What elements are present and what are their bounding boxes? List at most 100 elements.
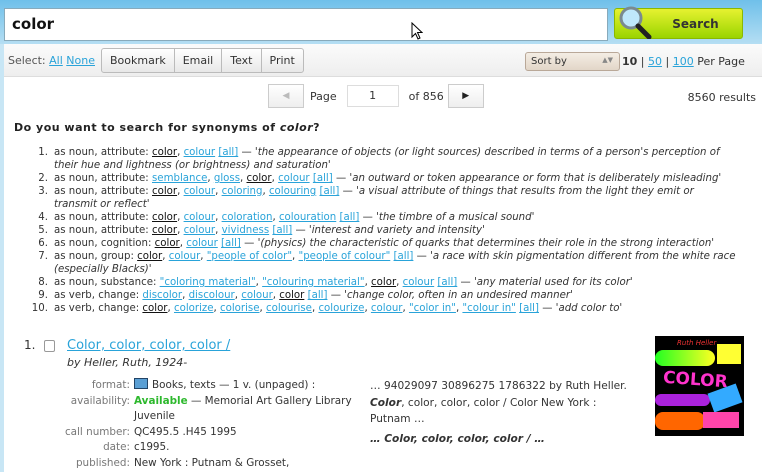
- synonym-item: 7. as noun, group: color, colour, "people…: [18, 250, 738, 276]
- all-synonyms-link[interactable]: [all]: [340, 212, 360, 223]
- synonym-sense: as noun, attribute:: [54, 225, 149, 236]
- page-input[interactable]: 1: [346, 85, 399, 107]
- synonym-link[interactable]: "coloring material": [160, 277, 256, 288]
- all-synonyms-link[interactable]: [all]: [319, 186, 339, 197]
- current-term[interactable]: color: [155, 238, 180, 249]
- synonym-link[interactable]: colour: [371, 303, 403, 314]
- all-synonyms-link[interactable]: [all]: [519, 303, 539, 314]
- synonym-link[interactable]: colour: [184, 225, 216, 236]
- dash: —: [332, 173, 350, 184]
- synonym-link[interactable]: colorise: [220, 303, 260, 314]
- synonym-number: 2.: [38, 173, 48, 184]
- synonym-link[interactable]: gloss: [214, 173, 240, 184]
- synonym-item: 6. as noun, cognition: color, colour [all…: [18, 237, 738, 250]
- select-none-link[interactable]: None: [66, 54, 95, 67]
- current-term[interactable]: color: [152, 225, 177, 236]
- synonym-link[interactable]: coloring: [222, 186, 263, 197]
- current-term[interactable]: color: [371, 277, 396, 288]
- all-synonyms-link[interactable]: [all]: [221, 238, 241, 249]
- synonym-definition: 'add color to': [555, 303, 623, 314]
- email-button[interactable]: Email: [173, 48, 222, 72]
- synonym-link[interactable]: colour: [278, 173, 310, 184]
- current-term[interactable]: color: [137, 251, 162, 262]
- per-page-50[interactable]: 50: [648, 55, 662, 68]
- synonym-link[interactable]: colourise: [266, 303, 312, 314]
- search-input[interactable]: color: [4, 8, 608, 41]
- current-term[interactable]: color: [247, 173, 272, 184]
- current-term[interactable]: color: [152, 186, 177, 197]
- dash: —: [538, 303, 556, 314]
- synonym-link[interactable]: "colouring material": [262, 277, 364, 288]
- synonym-number: 1.: [38, 147, 48, 158]
- next-page-button[interactable]: ▶: [447, 84, 484, 108]
- result-title-link[interactable]: Color, color, color, color /: [67, 338, 230, 353]
- page-count: of 856: [408, 89, 444, 103]
- print-button[interactable]: Print: [260, 48, 303, 72]
- all-synonyms-link[interactable]: [all]: [313, 173, 333, 184]
- availability-status: Available: [134, 394, 188, 407]
- synonym-link[interactable]: colourize: [318, 303, 364, 314]
- per-page-10[interactable]: 10: [622, 55, 637, 68]
- result-number: 1.: [24, 338, 36, 352]
- all-synonyms-link[interactable]: [all]: [218, 147, 238, 158]
- call-number-label: call number:: [64, 425, 130, 438]
- synonym-link[interactable]: colorize: [174, 303, 214, 314]
- synonym-link[interactable]: vividness: [222, 225, 270, 236]
- synonym-link[interactable]: semblance: [152, 173, 207, 184]
- synonym-item: 5. as noun, attribute: color, colour, viv…: [18, 224, 738, 237]
- sort-label: Sort by: [531, 56, 567, 67]
- synonym-link[interactable]: discolour: [189, 290, 235, 301]
- all-synonyms-link[interactable]: [all]: [394, 251, 414, 262]
- book-cover-image[interactable]: Ruth Heller COLOR: [655, 336, 744, 436]
- per-page-100[interactable]: 100: [673, 55, 694, 68]
- synonym-link[interactable]: "colour in": [462, 303, 515, 314]
- synonym-link[interactable]: colour: [403, 277, 435, 288]
- synonym-item: 1. as noun, attribute: color, colour [all…: [18, 146, 738, 172]
- synonym-link[interactable]: "people of color": [207, 251, 292, 262]
- result-details: format: Books, texts — 1 v. (unpaged) : a…: [24, 378, 364, 471]
- mouse-cursor-icon: [411, 22, 423, 40]
- all-synonyms-link[interactable]: [all]: [272, 225, 292, 236]
- synonym-sense: as verb, change:: [54, 290, 140, 301]
- current-term[interactable]: color: [142, 303, 167, 314]
- result-checkbox[interactable]: [44, 340, 55, 352]
- bookmark-button[interactable]: Bookmark: [102, 49, 174, 72]
- select-all-link[interactable]: All: [49, 54, 63, 67]
- synonym-link[interactable]: colouration: [279, 212, 336, 223]
- synonym-item: 8. as noun, substance: "coloring material…: [18, 276, 738, 289]
- text-button[interactable]: Text: [221, 48, 260, 72]
- pagination: ◀ Page 1 of 856 ▶: [268, 84, 484, 108]
- synonym-link[interactable]: "color in": [409, 303, 456, 314]
- current-term[interactable]: color: [152, 212, 177, 223]
- synonym-link[interactable]: "people of colour": [299, 251, 391, 262]
- synonym-definition: 'the timbre of a musical sound': [376, 212, 535, 223]
- sort-select[interactable]: Sort by ▲▼: [525, 52, 620, 71]
- current-term[interactable]: color: [152, 147, 177, 158]
- all-synonyms-link[interactable]: [all]: [308, 290, 328, 301]
- synonym-link[interactable]: coloration: [222, 212, 273, 223]
- dash: —: [457, 277, 474, 288]
- synonym-definition: 'interest and variety and intensity': [308, 225, 485, 236]
- synonym-link[interactable]: colouring: [269, 186, 316, 197]
- synonym-link[interactable]: colour: [241, 290, 273, 301]
- current-term[interactable]: color: [279, 290, 304, 301]
- synonym-sense: as noun, attribute:: [54, 173, 149, 184]
- book-icon: [134, 378, 148, 389]
- synonym-link[interactable]: colour: [184, 212, 216, 223]
- synonym-link[interactable]: colour: [184, 186, 216, 197]
- search-button[interactable]: Search: [614, 8, 743, 39]
- snippet-2: … Color, color, color, color / …: [370, 432, 545, 445]
- synonym-definition: 'a visual attribute of things that resul…: [54, 186, 694, 210]
- synonym-number: 5.: [38, 225, 48, 236]
- synonym-link[interactable]: colour: [186, 238, 218, 249]
- synonym-sense: as noun, attribute:: [54, 186, 149, 197]
- synonym-link[interactable]: discolor: [142, 290, 182, 301]
- dash: —: [327, 290, 345, 301]
- synonyms-heading: Do you want to search for synonyms of co…: [14, 121, 321, 134]
- synonym-link[interactable]: colour: [184, 147, 216, 158]
- synonym-link[interactable]: colour: [169, 251, 201, 262]
- dash: —: [238, 147, 255, 158]
- synonym-sense: as noun, substance:: [54, 277, 157, 288]
- prev-page-button[interactable]: ◀: [268, 84, 304, 108]
- all-synonyms-link[interactable]: [all]: [437, 277, 457, 288]
